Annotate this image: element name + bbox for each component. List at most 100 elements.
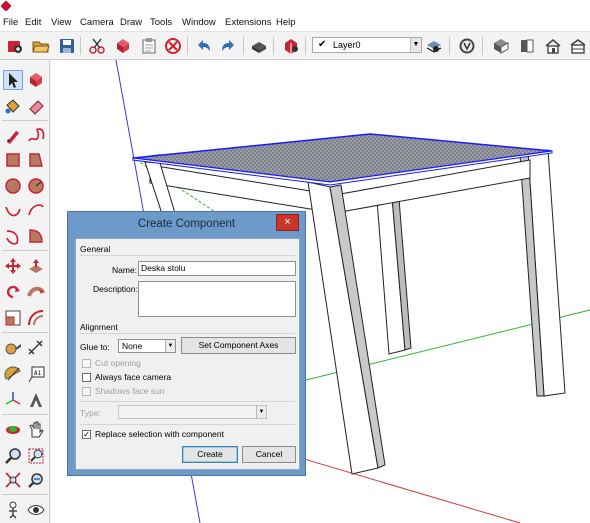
group-divider (80, 424, 295, 425)
back-view-icon[interactable] (569, 37, 587, 55)
polygon-icon[interactable] (26, 176, 46, 196)
layer-dropdown[interactable]: ✔ Layer0 ▼ (312, 37, 422, 53)
toolbar-separator (273, 37, 274, 55)
group-divider (80, 255, 295, 256)
create-component-dialog: Create Component × General Name: Deska s… (67, 211, 306, 476)
menu-window[interactable]: Window (182, 17, 216, 28)
menu-tools[interactable]: Tools (150, 17, 172, 28)
shadows-face-sun-label: Shadows face sun (95, 386, 165, 396)
two-point-arc-icon[interactable] (26, 200, 46, 220)
toolbar-separator (449, 37, 450, 55)
layer-manager-icon[interactable] (425, 37, 443, 55)
freehand-icon[interactable] (26, 126, 46, 146)
eraser-icon[interactable] (26, 96, 46, 116)
group-divider (80, 333, 295, 334)
redo-icon[interactable] (220, 37, 238, 55)
paint-bucket-icon[interactable] (3, 96, 23, 116)
cut-opening-checkbox[interactable] (82, 359, 91, 368)
layer-dropdown-value: Layer0 (333, 40, 361, 50)
type-dropdown[interactable]: ▼ (118, 405, 267, 419)
scale-icon[interactable] (3, 308, 23, 328)
circle-icon[interactable] (3, 176, 23, 196)
toolbar-separator (305, 37, 306, 55)
dimension-icon[interactable] (26, 338, 46, 358)
menu-edit[interactable]: Edit (25, 17, 41, 28)
orbit-icon[interactable] (3, 420, 23, 440)
offset-icon[interactable] (26, 308, 46, 328)
getting-started-icon[interactable] (6, 37, 24, 55)
tape-measure-icon[interactable] (3, 338, 23, 358)
menu-file[interactable]: File (3, 17, 18, 28)
check-icon: ✔ (318, 39, 327, 50)
replace-selection-label: Replace selection with component (95, 429, 224, 439)
front-view-icon[interactable] (518, 37, 536, 55)
group-divider (80, 401, 295, 402)
print-icon[interactable] (250, 37, 268, 55)
line-pencil-icon[interactable] (3, 126, 23, 146)
axes-icon[interactable] (3, 390, 23, 410)
push-pull-icon[interactable] (26, 256, 46, 276)
chevron-down-icon[interactable]: ▼ (165, 340, 175, 352)
three-point-arc-icon[interactable] (3, 226, 23, 246)
close-icon[interactable]: × (276, 214, 299, 231)
move-icon[interactable] (3, 256, 23, 276)
menu-bar: File Edit View Camera Draw Tools Window … (0, 14, 590, 32)
cancel-button[interactable]: Cancel (242, 446, 296, 463)
rotate-icon[interactable] (3, 282, 23, 302)
arc-icon[interactable] (3, 200, 23, 220)
undo-icon[interactable] (194, 37, 212, 55)
glue-to-dropdown[interactable]: None ▼ (118, 339, 176, 353)
type-label: Type: (80, 408, 101, 418)
dialog-body: General Name: Deska stolu Description: A… (75, 238, 300, 470)
name-field[interactable]: Deska stolu (138, 261, 296, 276)
create-button[interactable]: Create (182, 446, 238, 463)
look-around-eye-icon[interactable] (26, 500, 46, 520)
previous-view-icon[interactable] (26, 470, 46, 490)
set-component-axes-button[interactable]: Set Component Axes (181, 337, 296, 354)
menu-draw[interactable]: Draw (120, 17, 142, 28)
make-component-icon[interactable] (114, 37, 132, 55)
erase-icon[interactable] (164, 37, 182, 55)
paste-icon[interactable] (140, 37, 158, 55)
rectangle-icon[interactable] (3, 150, 23, 170)
svg-text:A1: A1 (34, 370, 42, 377)
vray-icon[interactable] (458, 37, 476, 55)
always-face-camera-checkbox[interactable] (82, 373, 91, 382)
title-bar (0, 0, 590, 14)
chevron-down-icon[interactable]: ▼ (256, 406, 266, 418)
alignment-heading: Alignment (80, 322, 118, 332)
replace-selection-checkbox[interactable]: ✓ (82, 430, 91, 439)
zoom-icon[interactable] (3, 446, 23, 466)
text-icon[interactable]: A1 (26, 364, 46, 384)
iso-view-icon[interactable] (492, 37, 510, 55)
menu-extensions[interactable]: Extensions (225, 17, 271, 28)
follow-me-icon[interactable] (26, 282, 46, 302)
toolbar-separator (482, 37, 483, 55)
palette-separator (2, 332, 48, 333)
make-component-icon[interactable] (26, 70, 46, 90)
left-tool-palette: A1 (0, 60, 50, 523)
menu-camera[interactable]: Camera (80, 17, 114, 28)
open-folder-icon[interactable] (32, 37, 50, 55)
position-camera-icon[interactable] (3, 500, 23, 520)
shadows-face-sun-checkbox[interactable] (82, 387, 91, 396)
description-field[interactable] (138, 281, 296, 317)
home-view-icon[interactable] (544, 37, 562, 55)
cut-icon[interactable] (88, 37, 106, 55)
select-arrow-icon[interactable] (3, 70, 23, 90)
zoom-extents-icon[interactable] (3, 470, 23, 490)
pan-hand-icon[interactable] (26, 420, 46, 440)
sketchup-app-icon (0, 0, 12, 12)
zoom-window-icon[interactable] (26, 446, 46, 466)
save-icon[interactable] (58, 37, 76, 55)
palette-separator (2, 120, 48, 121)
protractor-icon[interactable] (3, 364, 23, 384)
warehouse-icon[interactable] (282, 37, 300, 55)
menu-help[interactable]: Help (276, 17, 296, 28)
rotated-rectangle-icon[interactable] (26, 150, 46, 170)
pie-icon[interactable] (26, 226, 46, 246)
general-heading: General (80, 244, 111, 254)
menu-view[interactable]: View (51, 17, 71, 28)
chevron-down-icon[interactable]: ▼ (410, 38, 421, 52)
3d-text-icon[interactable] (26, 390, 46, 410)
